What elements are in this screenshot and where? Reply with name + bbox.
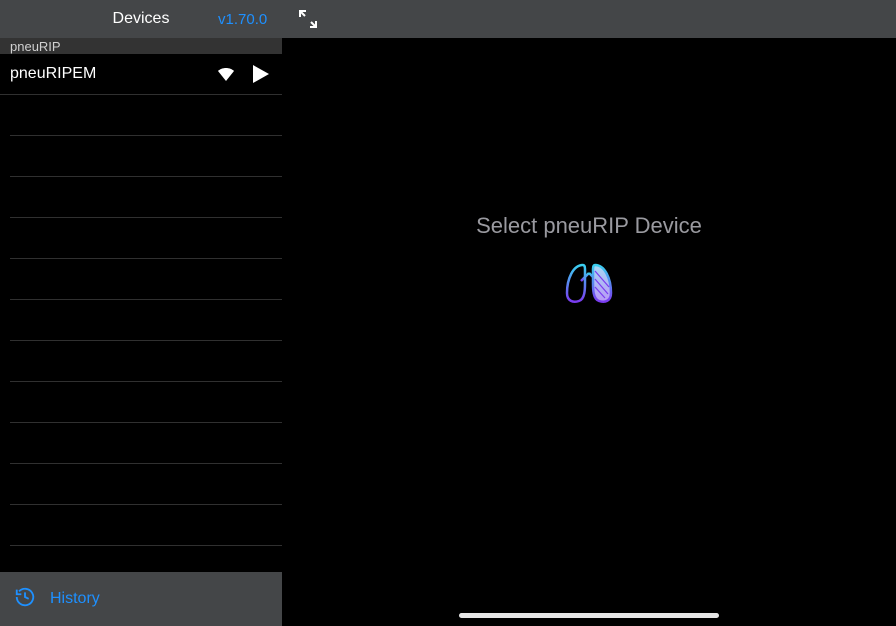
app-root: Devices v1.70.0 pneuRIP pneuRIPEM — [0, 0, 896, 626]
body: pneuRIP pneuRIPEM — [0, 38, 896, 626]
version-label[interactable]: v1.70.0 — [218, 11, 267, 28]
sidebar-header: pneuRIP — [0, 38, 282, 54]
list-item[interactable] — [10, 259, 282, 300]
top-bar: Devices v1.70.0 — [0, 0, 896, 38]
content-prompt: Select pneuRIP Device — [282, 213, 896, 239]
device-list: pneuRIPEM — [0, 54, 282, 572]
home-indicator — [459, 613, 719, 618]
device-row[interactable]: pneuRIPEM — [0, 54, 282, 95]
list-item[interactable] — [10, 300, 282, 341]
expand-icon[interactable] — [298, 9, 318, 29]
lungs-icon — [282, 247, 896, 307]
list-item[interactable] — [10, 423, 282, 464]
history-label: History — [50, 590, 100, 608]
history-icon — [14, 586, 36, 613]
list-item[interactable] — [10, 382, 282, 423]
content-pane: Select pneuRIP Device — [282, 38, 896, 626]
list-item[interactable] — [10, 464, 282, 505]
history-button[interactable]: History — [0, 572, 282, 626]
list-item[interactable] — [10, 177, 282, 218]
wifi-icon — [216, 66, 236, 82]
sidebar: pneuRIP pneuRIPEM — [0, 38, 282, 626]
list-item[interactable] — [10, 136, 282, 177]
device-name: pneuRIPEM — [10, 65, 96, 83]
list-item[interactable] — [10, 341, 282, 382]
play-icon[interactable] — [252, 64, 270, 84]
list-item[interactable] — [10, 95, 282, 136]
list-item[interactable] — [10, 218, 282, 259]
list-item[interactable] — [10, 505, 282, 546]
